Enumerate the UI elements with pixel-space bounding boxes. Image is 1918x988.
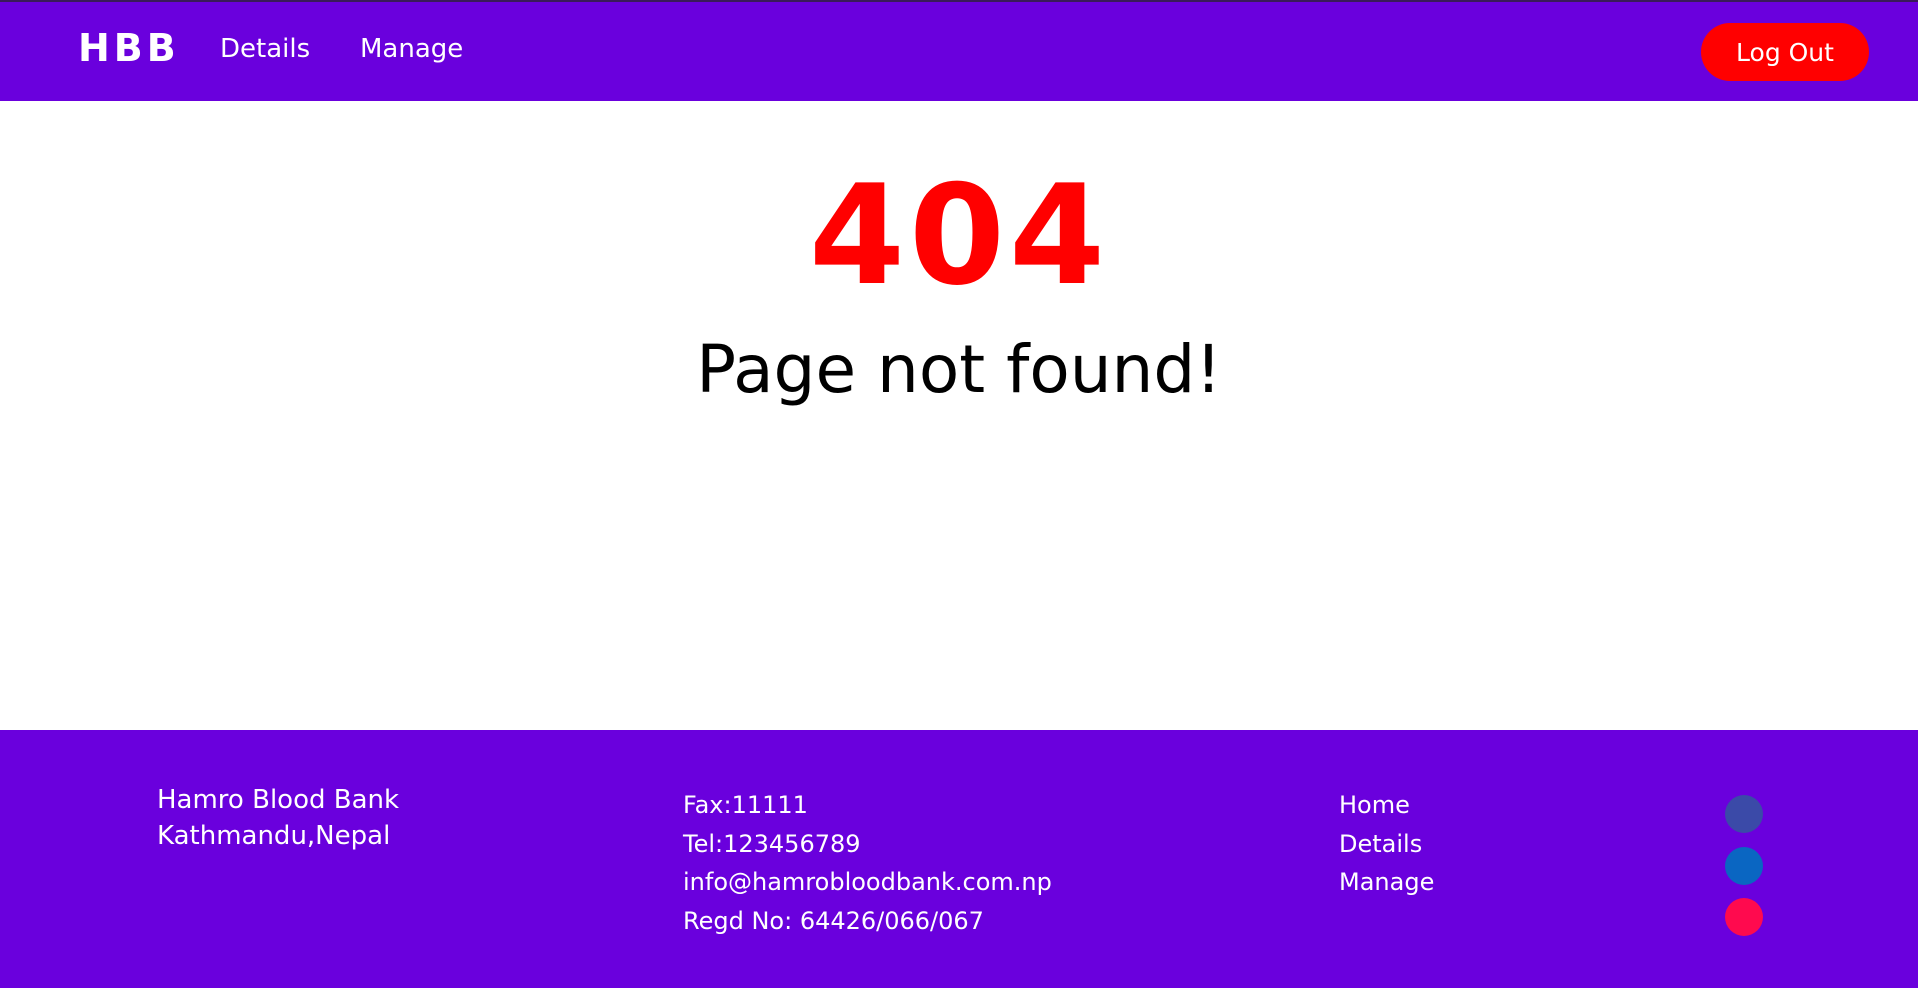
brand-logo[interactable]: HBB	[78, 26, 180, 70]
org-location: Kathmandu,Nepal	[157, 821, 391, 851]
footer: Hamro Blood Bank Kathmandu,Nepal Fax:111…	[0, 730, 1918, 988]
contact-fax: Fax:11111	[683, 791, 808, 819]
footer-link-home[interactable]: Home	[1339, 786, 1434, 825]
contact-regd: Regd No: 64426/066/067	[683, 906, 984, 935]
org-name: Hamro Blood Bank	[157, 785, 400, 815]
logout-button[interactable]: Log Out	[1701, 23, 1869, 81]
facebook-icon[interactable]	[1725, 795, 1763, 833]
nav-link-manage[interactable]: Manage	[360, 34, 463, 64]
error-message: Page not found!	[696, 331, 1222, 408]
linkedin-icon[interactable]	[1725, 847, 1763, 885]
nav-link-details[interactable]: Details	[220, 34, 310, 64]
instagram-icon[interactable]	[1725, 898, 1763, 936]
error-code: 404	[808, 155, 1110, 316]
contact-email: info@hamrobloodbank.com.np	[683, 868, 1052, 896]
navbar: HBB Details Manage Log Out	[0, 2, 1918, 101]
main-content: 404 Page not found!	[0, 101, 1918, 730]
contact-tel: Tel:123456789	[683, 829, 861, 858]
footer-link-manage[interactable]: Manage	[1339, 863, 1434, 902]
footer-links: Home Details Manage	[1339, 786, 1434, 902]
footer-contact: Fax:11111 Tel:123456789 info@hamrobloodb…	[683, 786, 1052, 940]
footer-link-details[interactable]: Details	[1339, 825, 1434, 864]
footer-organization: Hamro Blood Bank Kathmandu,Nepal	[157, 782, 399, 854]
